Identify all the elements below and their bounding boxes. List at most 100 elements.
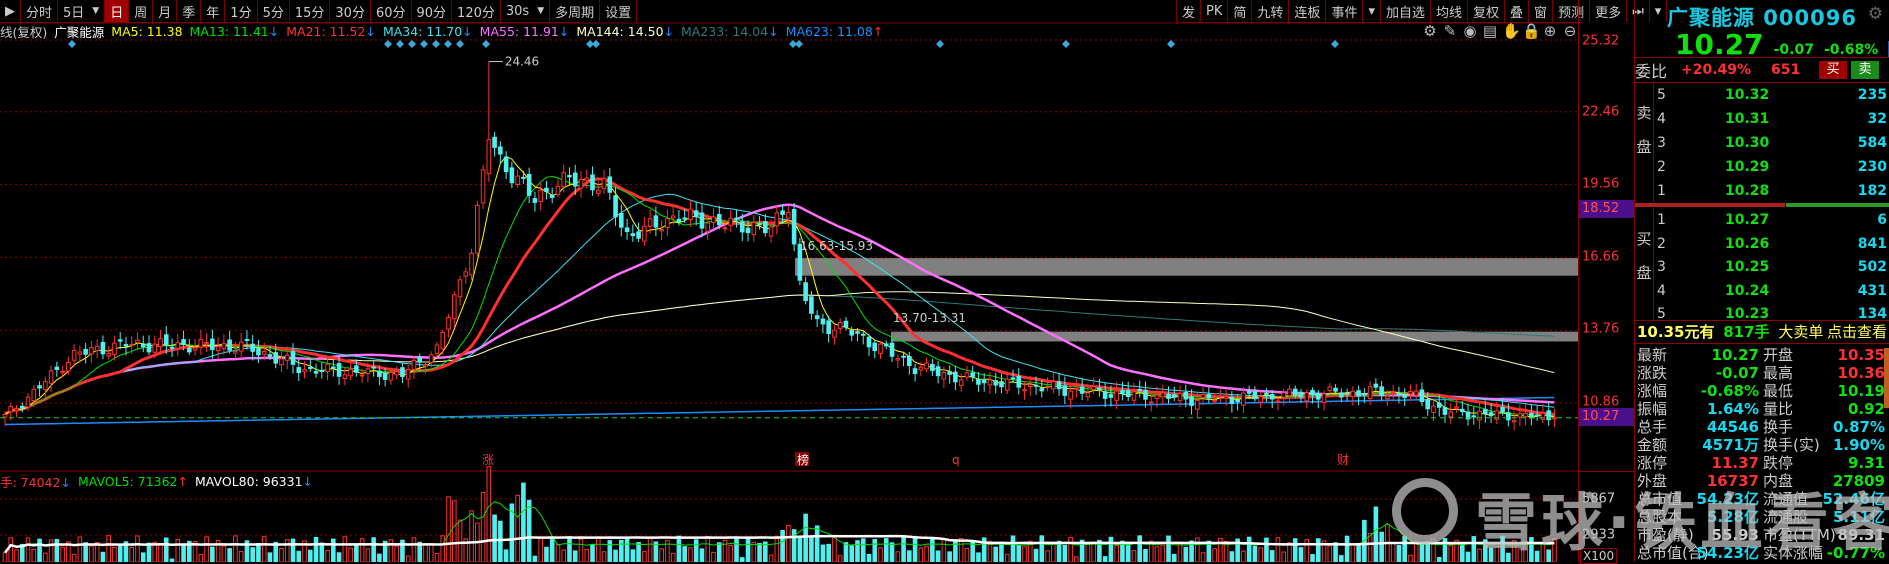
panel-scrollbar[interactable] <box>1884 348 1889 408</box>
signal-diamond-icon <box>1167 40 1175 48</box>
asks-level[interactable]: 3 10.30 584 <box>1635 131 1889 155</box>
candle-body <box>826 320 831 335</box>
stat-label: 市盈(TTM) <box>1763 526 1836 544</box>
candle-body <box>699 212 705 229</box>
candle <box>250 335 255 361</box>
tool-toolbar: 发 PK 简九转 连板 事件 ▾ 加自选 均线 复权叠窗预测 更多 ⏭ ▾ <box>1176 0 1668 23</box>
chevron-down-icon[interactable]: ▼ <box>92 6 99 16</box>
zoom-in-icon[interactable]: ⊕ <box>1542 22 1558 40</box>
candle <box>688 200 693 227</box>
candle <box>619 204 624 237</box>
candle-body <box>440 331 446 349</box>
period-tab[interactable]: 1分 <box>225 0 258 22</box>
candle <box>636 222 641 243</box>
period-tab[interactable]: 120分 <box>452 0 501 22</box>
volume-bar <box>1045 550 1050 562</box>
bids-level[interactable]: 4 10.24 431 <box>1635 279 1889 303</box>
bids-level[interactable]: 2 10.26 841 <box>1635 232 1889 256</box>
toolbar-button[interactable]: ▾ <box>1363 0 1381 22</box>
event-marker: 涨 <box>482 452 494 467</box>
settings-gear-icon[interactable]: ⚙ <box>1868 4 1883 24</box>
volume-bar <box>774 535 780 562</box>
toolbar-button[interactable]: PK <box>1201 0 1229 22</box>
volume-bar <box>659 548 664 562</box>
toolbar-button[interactable]: 事件 <box>1326 0 1364 22</box>
big-order-link[interactable]: 点击查看 <box>1827 321 1887 343</box>
volume-bar <box>1379 531 1384 562</box>
bids-level[interactable]: 1 10.27 6 <box>1635 208 1889 232</box>
period-tab[interactable]: 设置 <box>600 0 638 22</box>
period-tab[interactable]: 季 <box>177 0 202 22</box>
candle <box>204 333 209 352</box>
gear-icon[interactable]: ⚙ <box>1422 22 1438 40</box>
candle-body <box>336 363 342 377</box>
lock-icon[interactable]: 🔒 <box>1522 22 1541 40</box>
candle <box>803 276 808 305</box>
period-tab[interactable]: 月 <box>153 0 178 22</box>
volume-bar <box>642 550 647 562</box>
volume-bar <box>100 551 106 562</box>
period-tab[interactable]: 周 <box>129 0 154 22</box>
asks-level[interactable]: 5 10.32 235 <box>1635 83 1889 107</box>
volume-bar <box>106 535 111 562</box>
sell-button[interactable]: 卖 <box>1851 61 1879 79</box>
candle-body <box>1085 392 1091 398</box>
period-tab[interactable]: 分时 <box>21 0 59 22</box>
period-tab[interactable]: 5日 ▼ <box>58 0 106 22</box>
period-tab[interactable]: 年 <box>201 0 226 22</box>
toolbar-button[interactable]: 窗 <box>1529 0 1554 22</box>
asks-level[interactable]: 2 10.29 230 <box>1635 155 1889 179</box>
period-tab[interactable]: 60分 <box>371 0 412 22</box>
toolbar-button[interactable]: 加自选 <box>1381 0 1431 22</box>
period-tab[interactable]: 90分 <box>412 0 453 22</box>
period-tab[interactable]: 15分 <box>290 0 331 22</box>
candle-body <box>1459 408 1465 413</box>
candle <box>1517 404 1523 427</box>
toolbar-button[interactable]: 九转 <box>1252 0 1290 22</box>
big-order-alert[interactable]: 10.35元有 817手 大卖单 点击查看 <box>1635 321 1889 343</box>
box-icon[interactable]: ▤ <box>1482 22 1498 40</box>
volume-bar <box>901 537 906 562</box>
toolbar-button[interactable]: 复权 <box>1468 0 1506 22</box>
volume-bar <box>1310 554 1315 562</box>
zoom-out-icon[interactable]: ⊖ <box>1562 22 1578 40</box>
candle <box>1189 389 1194 415</box>
buy-button[interactable]: 买 <box>1819 61 1847 79</box>
nav-arrow-icon[interactable]: ▶ <box>0 0 21 22</box>
stat-value: 4571万 <box>1702 436 1759 454</box>
volume-bar <box>25 537 31 562</box>
candle <box>889 339 895 363</box>
period-tab[interactable]: 30s ▼ <box>501 0 551 22</box>
toolbar-button[interactable]: 均线 <box>1431 0 1469 22</box>
volume-bar <box>440 535 446 562</box>
candle <box>451 291 457 329</box>
toolbar-button[interactable]: 连板 <box>1289 0 1327 22</box>
volume-bar <box>814 525 820 562</box>
candle-body <box>1148 401 1154 404</box>
candle <box>94 339 100 359</box>
toolbar-button[interactable]: 简 <box>1228 0 1253 22</box>
toolbar-button[interactable]: 发 <box>1177 0 1202 22</box>
asks-level[interactable]: 1 10.28 182 <box>1635 179 1889 203</box>
brush-icon[interactable]: ✎ <box>1442 22 1458 40</box>
candle-body <box>411 359 417 371</box>
bids-level[interactable]: 3 10.25 502 <box>1635 255 1889 279</box>
hand-icon[interactable]: ✋ <box>1502 22 1521 40</box>
period-tab[interactable]: 多周期 <box>550 0 601 22</box>
candle-body <box>1379 386 1384 397</box>
period-label: 多周期 <box>555 5 595 21</box>
candle <box>993 372 999 394</box>
eye-icon[interactable]: ◉ <box>1462 22 1478 40</box>
period-tab[interactable]: 30分 <box>330 0 371 22</box>
volume-bar <box>1408 554 1413 562</box>
candle <box>146 335 152 356</box>
toolbar-button[interactable]: 叠 <box>1505 0 1530 22</box>
chevron-down-icon[interactable]: ▼ <box>537 6 544 16</box>
candle-body <box>256 348 261 356</box>
price-axis[interactable]: 25.32 22.46 19.56 18.52 16.66 13.76 10.8… <box>1578 0 1635 564</box>
asks-level[interactable]: 4 10.31 32 <box>1635 107 1889 131</box>
period-tab[interactable]: 5分 <box>258 0 290 22</box>
period-tab[interactable]: 日 <box>105 0 130 22</box>
volume-bar <box>446 496 451 562</box>
candle <box>1074 379 1079 398</box>
